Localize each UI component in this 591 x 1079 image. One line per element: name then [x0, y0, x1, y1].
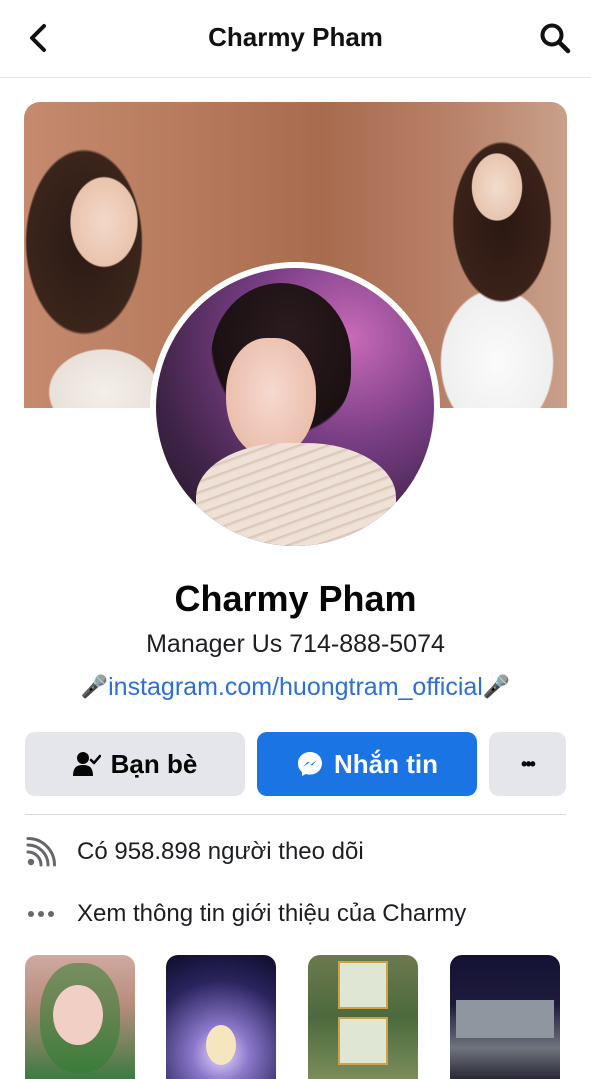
page-title: Charmy Pham	[208, 22, 383, 52]
ellipsis-icon	[25, 898, 57, 930]
profile-bio: Manager Us 714-888-5074	[146, 630, 445, 658]
profile-link-row[interactable]: 🎤instagram.com/huongtram_official🎤	[0, 673, 591, 702]
profile-picture-frame[interactable]	[150, 262, 440, 552]
search-button[interactable]	[535, 18, 575, 58]
thumbnail-face	[53, 985, 103, 1045]
photo-thumbnail[interactable]	[308, 955, 418, 1079]
search-icon	[540, 23, 571, 54]
cover-figure-right	[417, 112, 567, 408]
thumbnail-screen	[456, 1000, 554, 1038]
message-button[interactable]: Nhắn tin	[257, 732, 477, 796]
friend-check-icon	[72, 752, 101, 776]
thumbnail-figure	[206, 1025, 236, 1065]
messenger-icon	[298, 752, 322, 776]
photo-thumbnail[interactable]	[25, 955, 135, 1079]
profile-name: Charmy Pham	[174, 578, 417, 619]
photo-thumbnail[interactable]	[166, 955, 276, 1079]
message-label: Nhắn tin	[334, 748, 438, 779]
photo-thumbnail[interactable]	[450, 955, 560, 1079]
thumbnail-card	[338, 961, 388, 1009]
profile-picture	[156, 268, 434, 546]
followers-row[interactable]: Có 958.898 người theo dõi	[25, 832, 364, 872]
profile-link[interactable]: instagram.com/huongtram_official	[108, 673, 483, 701]
friends-button[interactable]: Bạn bè	[25, 732, 245, 796]
more-options-button[interactable]: •••	[489, 732, 566, 796]
more-icon: •••	[521, 753, 536, 774]
followers-text: Có 958.898 người theo dõi	[77, 838, 364, 865]
avatar-face	[226, 338, 316, 458]
top-bar: Charmy Pham	[0, 0, 591, 78]
photo-thumbnails	[25, 955, 566, 1079]
microphone-icon: 🎤	[80, 674, 109, 699]
about-row[interactable]: Xem thông tin giới thiệu của Charmy	[25, 894, 466, 934]
avatar-dress	[196, 443, 396, 546]
about-text: Xem thông tin giới thiệu của Charmy	[77, 900, 467, 927]
microphone-icon: 🎤	[482, 674, 511, 699]
rss-feed-icon	[25, 836, 57, 868]
section-divider	[25, 814, 566, 815]
thumbnail-card	[338, 1017, 388, 1065]
friends-label: Bạn bè	[110, 748, 198, 779]
